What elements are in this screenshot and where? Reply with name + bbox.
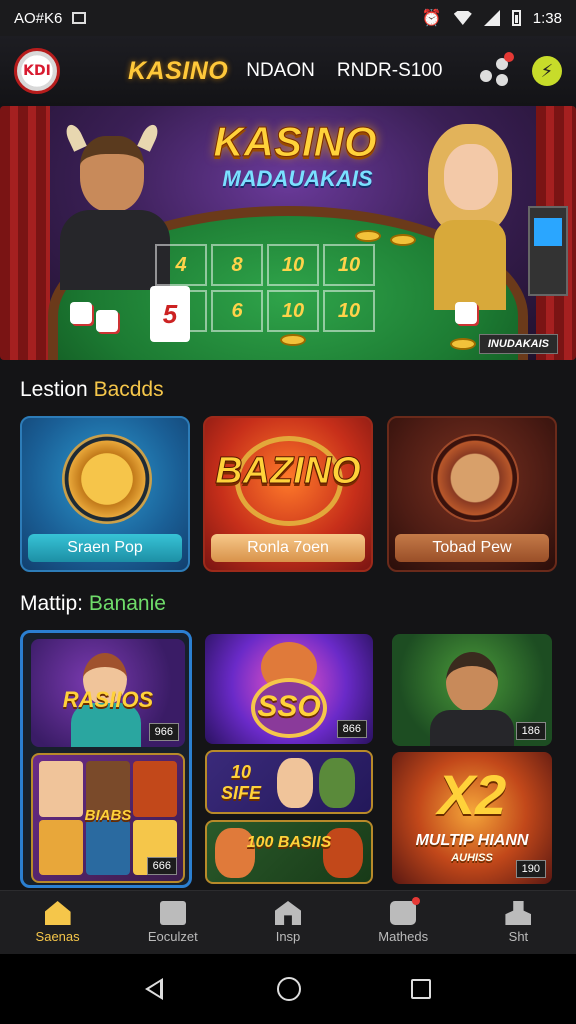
featured-card-button[interactable]: Sraen Pop [28,534,182,562]
app-header: KDI KASINO NDAON RNDR-S100 ⚡ [0,36,576,106]
brand-title: KASINO [128,56,229,85]
nav-label: Eoculzet [147,929,198,944]
featured-card-button[interactable]: Ronla 7oen [211,534,365,562]
game-tile[interactable]: X2 MULTIP HIANN AUHISS 190 [392,752,552,884]
nav-label: Matheds [378,929,429,944]
section-title-part: Mattip: [20,592,84,615]
status-time: 1:38 [532,9,562,27]
chip-icon [450,338,476,350]
nav-item-profile[interactable]: Sht [461,891,576,954]
game-column-1: RASIIOS 966 BIABS 666 [20,630,192,888]
wifi-icon [453,11,472,25]
featured-card-horse[interactable]: Tobad Pew [387,416,557,572]
game-tile-subtitle: MULTIP HIANN [415,832,529,849]
table-number: 10 [267,244,319,286]
hero-title: KASINO [213,118,377,166]
bolt-icon[interactable]: ⚡ [532,56,562,86]
chip-icon [390,234,416,246]
section-title-part: Lestion [20,378,88,401]
game-tile-badge: 190 [515,860,546,878]
section-title-highlight: Bananie [88,592,166,615]
system-navigation-bar [0,954,576,1024]
header-link-1[interactable]: NDAON [246,60,315,82]
hero-subtitle: MADAUAKAIS [222,166,373,191]
game-tile-title: SSO [257,690,321,723]
game-tile[interactable]: RASIIOS 966 [31,639,185,747]
home-icon [44,901,71,925]
featured-card-button[interactable]: Tobad Pew [395,534,549,562]
game-tile[interactable]: SSO 866 [205,634,373,744]
section-title-multiplayer: Mattip: Bananie [20,592,166,616]
table-number: 10 [267,290,319,332]
people-icon [505,901,532,925]
app-logo[interactable]: KDI [14,48,60,94]
featured-card-title: BAZINO [215,450,362,493]
curtain-left [0,106,50,360]
horse-emblem-icon [431,434,519,522]
status-left-text: AO#K6 [14,9,63,27]
hero-banner[interactable]: 4 8 10 10 5 6 10 10 5 KASINO MADAUAKAIS … [0,106,576,360]
chip-icon [280,334,306,346]
slot-machine-image [528,206,568,296]
bottom-navigation: Saenas Eoculzet Insp Matheds Sht [0,890,576,954]
nav-item-documents[interactable]: Eoculzet [115,891,230,954]
header-link-2[interactable]: RNDR-S100 [337,60,443,82]
battery-icon [511,10,521,26]
share-icon[interactable] [480,52,514,86]
status-bar: AO#K6 ⏰ 1:38 [0,0,576,36]
signal-icon [483,10,500,26]
table-number: 6 [211,290,263,332]
dice-icon [455,302,477,324]
game-tile-title: 10 SIFE [220,762,261,803]
game-tile[interactable]: 100 BASIIS [205,820,373,884]
home-circle-icon[interactable] [277,977,301,1001]
game-tile-badge: 666 [146,857,177,875]
game-tile-badge: 866 [336,720,367,738]
game-tile[interactable]: 186 [392,634,552,746]
featured-card-bazino[interactable]: BAZINO Ronla 7oen [203,416,373,572]
dealer-viking-image [60,122,170,290]
dealer-woman-image [420,124,520,310]
section-title-highlight: Bacdds [93,378,164,401]
dice-icon [70,302,92,324]
logo-text: KDI [23,63,51,79]
cat-emblem-icon [62,434,152,524]
featured-card-cat[interactable]: Sraen Pop [20,416,190,572]
table-number: 8 [211,244,263,286]
game-tile-title: RASIIOS [62,687,154,712]
section-title-featured: Lestion Bacdds [20,378,164,402]
dice-icon [96,310,118,332]
chip-icon [355,230,381,242]
game-column-2: SSO 866 10 SIFE 100 BASIIS [205,630,375,888]
table-number: 4 [155,244,207,286]
table-number: 10 [323,244,375,286]
gamepad-icon [390,897,421,925]
house-icon [275,901,301,925]
game-tile-title: 100 BASIIS [246,834,332,851]
hero-badge[interactable]: INUDAKAIS [478,334,558,354]
alarm-icon: ⏰ [421,10,442,27]
game-tile-badge: 186 [515,722,546,740]
game-tile-title: BIABS [84,807,132,824]
nav-label: Saenas [35,929,80,944]
recent-apps-icon[interactable] [411,979,431,999]
playing-card-icon: 5 [150,286,190,342]
notification-dot [504,52,514,62]
notification-icon [72,12,87,24]
game-column-3: 186 X2 MULTIP HIANN AUHISS 190 [390,630,556,888]
game-tile[interactable]: BIABS 666 [31,753,185,883]
back-icon[interactable] [145,978,167,1000]
game-tile-title: X2 [437,763,507,826]
game-tile-badge: 966 [148,723,179,741]
game-tile[interactable]: 10 SIFE [205,750,373,814]
nav-item-home[interactable]: Saenas [0,891,115,954]
document-icon [159,901,186,925]
nav-item-matches[interactable]: Matheds [346,891,461,954]
nav-label: Sht [508,929,529,944]
nav-item-shop[interactable]: Insp [230,891,345,954]
nav-label: Insp [275,929,301,944]
table-number: 10 [323,290,375,332]
